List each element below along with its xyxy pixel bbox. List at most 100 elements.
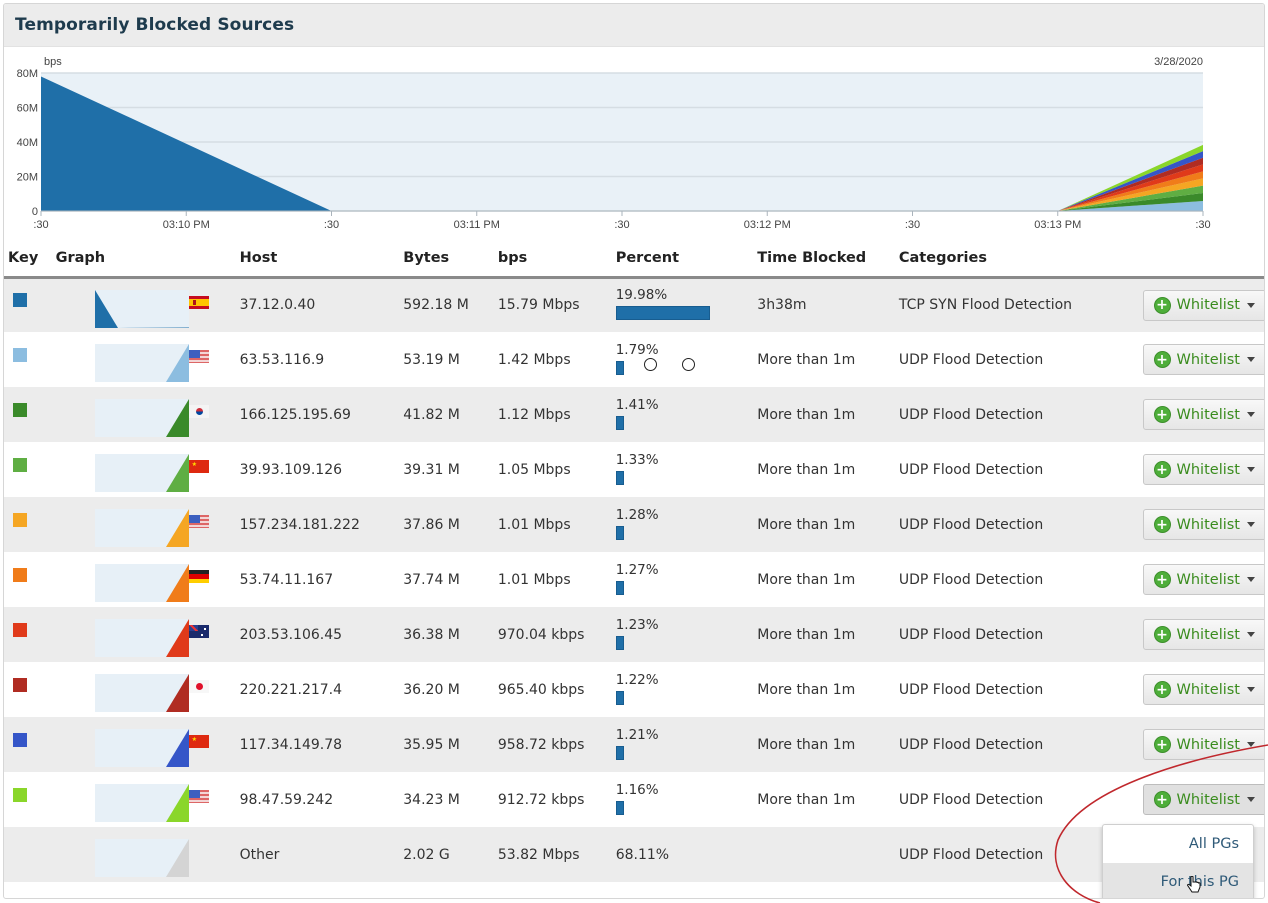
- time-blocked-cell: More than 1m: [757, 552, 899, 607]
- sparkline-area: [165, 619, 189, 657]
- flag-es-icon: [188, 295, 209, 309]
- col-header-time-blocked[interactable]: Time Blocked: [757, 241, 899, 279]
- bytes-cell: 2.02 G: [403, 827, 498, 882]
- sparkline-svg: [165, 399, 189, 437]
- whitelist-button[interactable]: + Whitelist: [1142, 564, 1264, 595]
- bytes-cell: 41.82 M: [403, 387, 498, 442]
- bps-cell: 1.42 Mbps: [497, 332, 616, 387]
- annotation-circle: [682, 358, 695, 371]
- col-header-bytes[interactable]: Bytes: [403, 241, 498, 279]
- key-swatch: [13, 787, 27, 802]
- category-cell: UDP Flood Detection: [898, 442, 1130, 497]
- percent-label: 1.23%: [615, 616, 659, 633]
- whitelist-button[interactable]: + Whitelist: [1142, 344, 1264, 375]
- bps-cell: 965.40 kbps: [497, 662, 616, 717]
- x-tick-label: :30: [33, 219, 48, 231]
- host-cell[interactable]: 53.74.11.167: [239, 552, 404, 607]
- whitelist-dropdown-menu: All PGs For this PG: [1102, 824, 1254, 898]
- flag-de-icon: [188, 570, 209, 583]
- col-header-percent[interactable]: Percent: [615, 241, 758, 279]
- host-cell[interactable]: 63.53.116.9: [239, 332, 404, 387]
- whitelist-button[interactable]: + Whitelist: [1142, 619, 1264, 650]
- plus-circle-icon: +: [1153, 571, 1171, 588]
- host-cell[interactable]: 157.234.181.222: [239, 497, 404, 552]
- caret-down-icon: [1247, 522, 1255, 527]
- sparkline-area: [165, 344, 189, 382]
- host-cell[interactable]: 117.34.149.78: [239, 717, 404, 772]
- sparkline-area: [165, 509, 189, 547]
- caret-down-icon: [1247, 577, 1255, 582]
- percent-bar: [615, 306, 710, 321]
- sparkline-svg: [165, 619, 189, 657]
- hand-cursor-icon: [1187, 876, 1201, 893]
- flag-kr-icon: [188, 405, 209, 418]
- time-blocked-cell: More than 1m: [757, 332, 899, 387]
- host-cell[interactable]: 220.221.217.4: [239, 662, 404, 717]
- flag-cell: [188, 552, 240, 607]
- time-blocked-cell: More than 1m: [757, 387, 899, 442]
- percent-label: 1.28%: [615, 506, 659, 523]
- col-header-host[interactable]: Host: [239, 241, 404, 279]
- panel-title: Temporarily Blocked Sources: [15, 15, 295, 35]
- flag-cell: [188, 497, 240, 552]
- whitelist-button[interactable]: + Whitelist: [1142, 509, 1264, 540]
- sparkline-area: [165, 839, 189, 877]
- table-row: 98.47.59.242 34.23 M 912.72 kbps 1.16% M…: [4, 772, 1264, 827]
- mini-graph: [94, 399, 189, 437]
- key-cell: [4, 662, 52, 717]
- caret-down-icon: [1247, 742, 1255, 747]
- y-tick-label: 80M: [17, 68, 38, 80]
- col-header-key[interactable]: Key: [4, 241, 52, 279]
- whitelist-button[interactable]: + Whitelist: [1142, 729, 1264, 760]
- bytes-cell: 39.31 M: [403, 442, 498, 497]
- percent-label: 19.98%: [615, 287, 668, 304]
- whitelist-label: Whitelist: [1176, 791, 1240, 808]
- whitelist-label: Whitelist: [1176, 571, 1240, 588]
- host-cell[interactable]: 98.47.59.242: [239, 772, 404, 827]
- mini-graph: [94, 729, 189, 767]
- bytes-cell: 35.95 M: [403, 717, 498, 772]
- host-cell[interactable]: 166.125.195.69: [239, 387, 404, 442]
- whitelist-button[interactable]: + Whitelist: [1142, 784, 1264, 815]
- percent-label: 1.27%: [615, 561, 659, 578]
- sparkline-svg: [165, 564, 189, 602]
- col-header-flag: [188, 241, 240, 279]
- time-blocked-cell: More than 1m: [757, 772, 899, 827]
- whitelist-button[interactable]: + Whitelist: [1142, 399, 1264, 430]
- percent-cell: 1.27%: [615, 552, 758, 607]
- percent-label: 1.79%: [615, 341, 659, 358]
- whitelist-button[interactable]: + Whitelist: [1142, 454, 1264, 485]
- x-tick-label: :30: [614, 219, 629, 231]
- plus-circle-icon: +: [1153, 681, 1171, 698]
- bps-cell: 1.01 Mbps: [497, 497, 616, 552]
- bps-cell: 1.12 Mbps: [497, 387, 616, 442]
- plus-circle-icon: +: [1153, 296, 1171, 314]
- caret-down-icon: [1247, 302, 1255, 308]
- blocked-sources-table: Key Graph Host Bytes bps Percent Time Bl…: [4, 241, 1264, 882]
- graph-cell: [51, 607, 189, 662]
- host-cell[interactable]: 37.12.0.40: [239, 277, 404, 332]
- mini-graph: [94, 289, 189, 328]
- category-cell: TCP SYN Flood Detection: [898, 277, 1130, 332]
- mini-graph: [94, 454, 189, 492]
- whitelist-button[interactable]: + Whitelist: [1142, 674, 1264, 705]
- sparkline-svg: [94, 289, 189, 328]
- x-tick-label: :30: [905, 219, 920, 231]
- key-cell: [4, 497, 52, 552]
- whitelist-button[interactable]: + Whitelist: [1142, 289, 1264, 321]
- percent-bar: [615, 470, 624, 485]
- col-header-graph[interactable]: Graph: [51, 241, 189, 279]
- dropdown-item-all-pgs[interactable]: All PGs: [1103, 825, 1253, 863]
- y-tick-label: 40M: [17, 137, 38, 149]
- percent-cell: 1.33%: [615, 442, 758, 497]
- host-cell[interactable]: 203.53.106.45: [239, 607, 404, 662]
- plus-circle-icon: +: [1153, 791, 1171, 808]
- col-header-bps[interactable]: bps: [497, 241, 616, 279]
- dropdown-item-for-this-pg[interactable]: For this PG: [1103, 863, 1253, 898]
- host-cell[interactable]: 39.93.109.126: [239, 442, 404, 497]
- sparkline-area: [165, 674, 189, 712]
- table-row: 220.221.217.4 36.20 M 965.40 kbps 1.22% …: [4, 662, 1264, 717]
- whitelist-label: Whitelist: [1176, 681, 1240, 698]
- key-cell: [4, 552, 52, 607]
- col-header-categories[interactable]: Categories: [898, 241, 1130, 279]
